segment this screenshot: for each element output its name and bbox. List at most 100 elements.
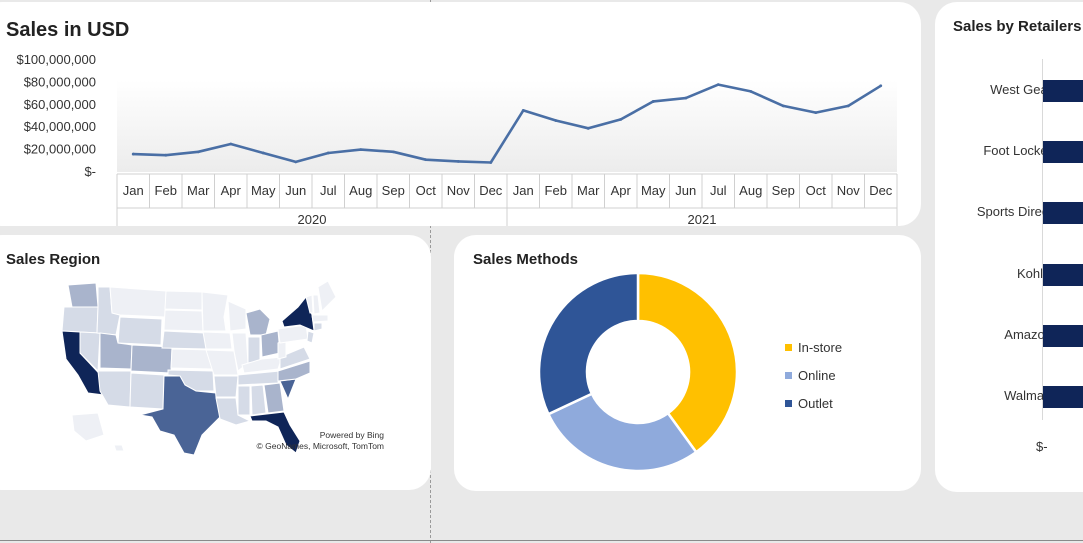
y-tick-label: $80,000,000 [24,74,96,89]
retailer-bar[interactable] [1043,80,1083,102]
sales-methods-card[interactable]: Sales Methods In-store Online Outlet [454,235,921,491]
x-tick-label: Dec [869,183,893,198]
map-state-sc [279,378,297,401]
x-tick-label: Jun [285,183,306,198]
legend-item-in-store[interactable]: In-store [785,340,842,355]
x-tick-label: May [641,183,666,198]
sales-in-usd-card[interactable]: Sales in USD $- $20,000,000 $40,000,000 $60… [0,2,921,226]
map-state-wy [117,316,163,346]
x-tick-label: Jun [675,183,696,198]
sales-data-point [359,148,363,152]
sales-data-point [716,83,720,87]
retailers-chart-title: Sales by Retailers [953,18,1082,35]
x-tick-label: Oct [806,183,827,198]
map-state-nj [306,330,315,344]
map-state-ma [311,314,329,323]
y-tick-label: $40,000,000 [24,119,96,134]
retailer-bar[interactable] [1043,263,1083,286]
x-tick-label: Mar [577,183,600,198]
sales-data-point [261,151,265,155]
x-tick-label: Jan [123,183,144,198]
sales-by-retailers-card[interactable]: Sales by Retailers West Gear Foot Locker S… [935,2,1083,492]
x-tick-label: Jul [710,183,727,198]
map-state-nm [129,372,165,410]
sales-data-point [749,89,753,93]
sales-data-point [164,153,168,157]
map-state-nh [312,294,321,315]
map-state-co [130,344,173,374]
retailer-label: Foot Locker [983,143,1052,159]
x-group-label: 2021 [688,212,717,226]
sales-data-point [814,111,818,115]
map-state-sd [163,309,204,332]
x-tick-label: Nov [447,183,471,198]
retailers-x-tick-label: $- [1036,439,1048,454]
sales-data-point [619,117,623,121]
sales-methods-donut [537,271,739,473]
map-state-wa [67,282,99,308]
map-state-mi [245,308,271,336]
sales-data-point [586,126,590,130]
x-tick-label: Aug [739,183,762,198]
map-state-ks [170,348,213,370]
x-tick-label: Feb [545,183,567,198]
legend-swatch [785,344,792,351]
map-state-ms [237,385,251,416]
map-state-oh [260,330,281,358]
sales-data-point [521,109,525,112]
y-tick-label: $20,000,000 [24,142,96,157]
donut-slice-online [546,392,698,473]
sales-data-point [326,151,330,155]
sales-data-point [846,104,850,108]
sales-data-point [489,161,493,164]
sheet-bottom-edge [0,540,1083,541]
sales-data-point [781,104,785,108]
x-tick-label: Oct [416,183,437,198]
retailer-bar[interactable] [1043,386,1083,408]
retailer-bar[interactable] [1043,324,1083,347]
retailer-bar[interactable] [1043,141,1083,164]
map-state-ne [161,330,209,350]
sales-data-point [651,100,655,103]
y-tick-label: $60,000,000 [24,97,96,112]
map-state-az [97,370,132,408]
map-state-al [250,384,267,416]
legend-swatch [785,400,792,407]
sales-region-card[interactable]: Sales Region Powered by Bing © GeoNames,… [0,235,431,490]
x-group-label: 2020 [298,212,327,226]
map-state-nd [164,290,203,311]
sales-data-point [879,84,883,88]
x-tick-label: Sep [772,183,795,198]
sales-data-point [131,152,135,156]
map-state-or [61,306,99,334]
sales-data-point [456,159,460,163]
y-tick-label: $- [84,164,96,179]
map-state-ia [202,331,233,350]
x-tick-label: Nov [837,183,861,198]
map-state-hi [113,444,125,452]
x-tick-label: May [251,183,276,198]
retailers-value-axis [1042,59,1043,420]
legend-item-outlet[interactable]: Outlet [785,396,833,411]
map-attribution-credits: © GeoNames, Microsoft, TomTom [256,441,385,451]
legend-label: Online [798,368,836,383]
x-tick-label: Sep [382,183,405,198]
x-tick-label: Apr [611,183,632,198]
sales-data-point [229,142,233,146]
x-tick-label: Jan [513,183,534,198]
x-tick-label: Aug [349,183,372,198]
x-tick-label: Mar [187,183,210,198]
map-state-me [317,280,337,313]
x-tick-label: Apr [221,183,242,198]
plot-area [117,80,897,172]
legend-swatch [785,372,792,379]
legend-item-online[interactable]: Online [785,368,836,383]
map-state-in [247,336,261,364]
map-state-mt [109,286,167,318]
y-tick-label: $100,000,000 [16,52,96,67]
map-state-ar [213,375,239,398]
retailer-bar[interactable] [1043,202,1083,225]
map-state-ak [71,412,105,442]
sales-data-point [554,119,558,122]
x-tick-label: Dec [479,183,503,198]
